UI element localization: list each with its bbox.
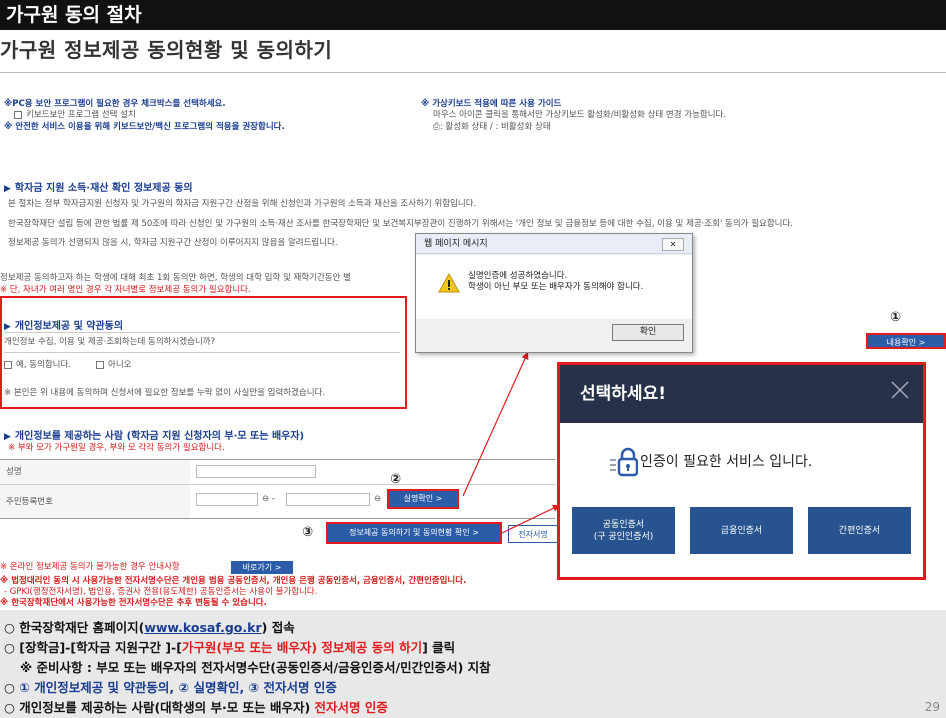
warning-icon [438, 273, 460, 293]
page-number: 29 [924, 700, 940, 714]
arrow-to-dialog [462, 351, 529, 497]
instruction-4: ○ ① 개인정보제공 및 약관동의, ② 실명확인, ③ 전자서명 인증 [4, 680, 337, 695]
dialog-line1: 실명인증에 성공하였습니다. [468, 271, 568, 281]
financial-cert-button[interactable]: 금융인증서 [690, 507, 793, 554]
kosaf-link[interactable]: www.kosaf.go.kr [144, 620, 261, 635]
instruction-3: ※ 준비사항 : 부모 또는 배우자의 전자서명수단(공동인증서/금융인증서/민… [20, 660, 491, 675]
cert-modal-title: 선택하세요! [560, 365, 923, 423]
arrow-to-cert [501, 504, 561, 534]
dialog-close-button[interactable]: ✕ [662, 238, 684, 251]
cert-modal-message: 인증이 필요한 서비스 입니다. [640, 454, 813, 470]
close-icon[interactable] [889, 379, 911, 401]
dialog-line2: 학생이 아닌 부모 또는 배우자가 동의해야 합니다. [468, 282, 644, 292]
lock-icon [610, 447, 638, 477]
instruction-2: ○ [장학금]-[학자금 지원구간 ]-[가구원(부모 또는 배우자) 정보제공… [4, 640, 456, 655]
simple-cert-button[interactable]: 간편인증서 [808, 507, 911, 554]
dialog-ok-button[interactable]: 확인 [612, 324, 684, 341]
joint-cert-label: 공동인증서 [602, 519, 645, 530]
joint-cert-sublabel: (구 공인인증서) [593, 531, 654, 542]
dialog-body: 실명인증에 성공하였습니다. 학생이 아닌 부모 또는 배우자가 동의해야 합니… [416, 255, 692, 319]
dialog-title: 웹 페이지 메시지 [416, 234, 692, 254]
cert-select-modal: 선택하세요! 인증이 필요한 서비스 입니다. 공동인증서 (구 공인인증서) 금… [557, 362, 926, 580]
instruction-1: ○ 한국장학재단 홈페이지(www.kosaf.go.kr) 접속 [4, 620, 295, 635]
web-page-message-dialog: 웹 페이지 메시지 ✕ 실명인증에 성공하였습니다. 학생이 아닌 부모 또는 … [415, 233, 693, 353]
joint-cert-button[interactable]: 공동인증서 (구 공인인증서) [572, 507, 675, 554]
dialog-message: 실명인증에 성공하였습니다. 학생이 아닌 부모 또는 배우자가 동의해야 합니… [468, 271, 643, 293]
instruction-5: ○ 개인정보를 제공하는 사람(대학생의 부·모 또는 배우자) 전자서명 인증 [4, 700, 388, 715]
